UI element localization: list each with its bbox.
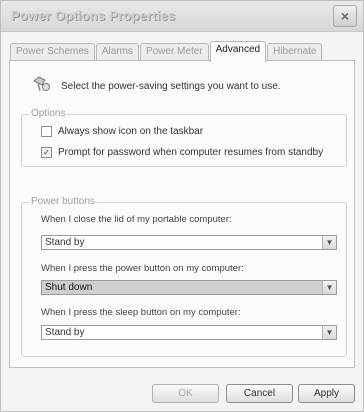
power-options-window: Power Options Properties × Power Schemes… (0, 0, 364, 412)
always-show-icon-label: Always show icon on the taskbar (58, 126, 204, 137)
tab-strip: Power Schemes Alarms Power Meter Advance… (10, 41, 323, 62)
options-group (21, 114, 347, 167)
lid-action-label: When I close the lid of my portable comp… (41, 214, 232, 225)
power-button-action-select[interactable]: Shut down ▼ (41, 280, 337, 295)
chevron-down-icon[interactable]: ▼ (322, 326, 336, 339)
sleep-button-action-label: When I press the sleep button on my comp… (41, 307, 241, 318)
power-button-action-value: Shut down (45, 282, 93, 293)
power-settings-icon (33, 76, 50, 92)
window-title: Power Options Properties (11, 8, 176, 23)
title-bar[interactable]: Power Options Properties × (1, 1, 363, 32)
prompt-password-label: Prompt for password when computer resume… (58, 147, 324, 158)
chevron-down-icon[interactable]: ▼ (322, 281, 336, 294)
intro-text: Select the power-saving settings you wan… (61, 81, 281, 92)
options-group-label: Options (29, 108, 68, 119)
always-show-icon-checkbox[interactable] (41, 126, 52, 137)
chevron-down-icon[interactable]: ▼ (322, 236, 336, 249)
close-button[interactable]: × (333, 5, 357, 27)
apply-button[interactable]: Apply (298, 384, 355, 403)
sleep-button-action-value: Stand by (45, 327, 85, 338)
cancel-button[interactable]: Cancel (226, 384, 293, 403)
lid-action-value: Stand by (45, 237, 85, 248)
lid-action-select[interactable]: Stand by ▼ (41, 235, 337, 250)
power-button-action-label: When I press the power button on my comp… (41, 263, 244, 274)
power-buttons-group-label: Power buttons (29, 196, 97, 207)
checkmark-icon: ✓ (43, 147, 50, 157)
tab-advanced[interactable]: Advanced (209, 41, 267, 62)
prompt-password-checkbox[interactable]: ✓ (41, 147, 52, 158)
ok-button[interactable]: OK (152, 384, 219, 403)
close-icon: × (340, 8, 350, 24)
always-show-icon-row[interactable]: Always show icon on the taskbar (41, 126, 203, 137)
prompt-password-row[interactable]: ✓ Prompt for password when computer resu… (41, 147, 323, 158)
sleep-button-action-select[interactable]: Stand by ▼ (41, 325, 337, 340)
